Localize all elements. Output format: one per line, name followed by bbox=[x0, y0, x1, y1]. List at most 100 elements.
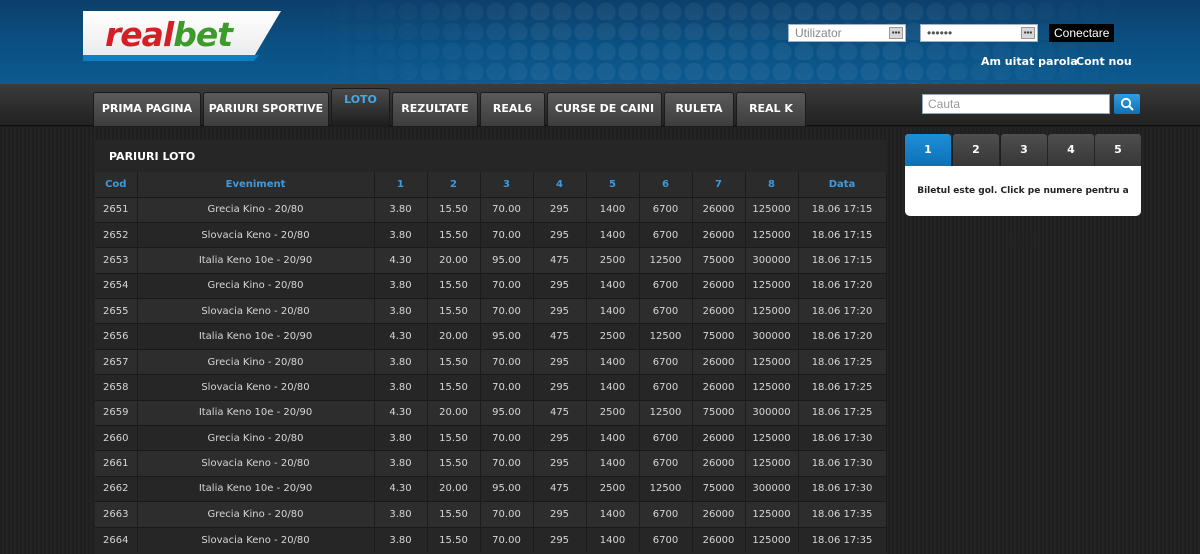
cell-cota-8[interactable]: 125000 bbox=[745, 450, 799, 477]
cell-cota-7[interactable]: 26000 bbox=[692, 425, 746, 451]
cell-cota-2[interactable]: 20.00 bbox=[427, 323, 481, 350]
tab-rezultate[interactable]: REZULTATE bbox=[392, 92, 478, 126]
tab-pariuri-sportive[interactable]: PARIURI SPORTIVE bbox=[203, 92, 329, 126]
cell-cota-5[interactable]: 1400 bbox=[586, 298, 640, 324]
cell-cota-6[interactable]: 12500 bbox=[639, 475, 693, 502]
cell-cota-4[interactable]: 475 bbox=[533, 399, 587, 426]
tab-real6[interactable]: REAL6 bbox=[480, 92, 545, 126]
cell-cota-8[interactable]: 125000 bbox=[745, 298, 799, 324]
tab-loto[interactable]: LOTO bbox=[331, 88, 390, 126]
cell-cota-6[interactable]: 12500 bbox=[639, 247, 693, 274]
cell-cota-3[interactable]: 70.00 bbox=[480, 348, 534, 375]
cell-cota-4[interactable]: 475 bbox=[533, 475, 587, 502]
cell-cota-2[interactable]: 15.50 bbox=[427, 348, 481, 375]
cell-cota-5[interactable]: 1400 bbox=[586, 425, 640, 451]
slip-tab-4[interactable]: 4 bbox=[1048, 134, 1094, 166]
cell-cota-1[interactable]: 3.80 bbox=[374, 221, 428, 248]
cell-cota-8[interactable]: 125000 bbox=[745, 501, 799, 528]
cell-cota-4[interactable]: 295 bbox=[533, 374, 587, 401]
cell-cota-1[interactable]: 4.30 bbox=[374, 323, 428, 350]
cell-cota-4[interactable]: 475 bbox=[533, 323, 587, 350]
cell-cota-8[interactable]: 300000 bbox=[745, 247, 799, 274]
slip-tab-3[interactable]: 3 bbox=[1001, 134, 1047, 166]
cell-cota-1[interactable]: 4.30 bbox=[374, 399, 428, 426]
cell-cota-7[interactable]: 75000 bbox=[692, 247, 746, 274]
cell-cota-8[interactable]: 125000 bbox=[745, 196, 799, 223]
cell-cota-4[interactable]: 295 bbox=[533, 272, 587, 299]
cell-cota-7[interactable]: 75000 bbox=[692, 399, 746, 426]
cell-cota-7[interactable]: 26000 bbox=[692, 221, 746, 248]
cell-cota-7[interactable]: 26000 bbox=[692, 348, 746, 375]
cell-cota-2[interactable]: 20.00 bbox=[427, 247, 481, 274]
username-input[interactable]: Utilizator ▪▪▪ bbox=[788, 24, 906, 42]
slip-tab-5[interactable]: 5 bbox=[1095, 134, 1141, 166]
cell-cota-7[interactable]: 26000 bbox=[692, 374, 746, 401]
new-account-link[interactable]: Cont nou bbox=[1076, 55, 1132, 68]
cell-cota-4[interactable]: 295 bbox=[533, 298, 587, 324]
cell-cota-2[interactable]: 15.50 bbox=[427, 272, 481, 299]
cell-cota-4[interactable]: 295 bbox=[533, 450, 587, 477]
cell-cota-5[interactable]: 1400 bbox=[586, 374, 640, 401]
cell-cota-2[interactable]: 15.50 bbox=[427, 221, 481, 248]
password-input[interactable]: •••••• ▪▪▪ bbox=[920, 24, 1038, 42]
cell-cota-4[interactable]: 475 bbox=[533, 247, 587, 274]
cell-cota-5[interactable]: 1400 bbox=[586, 526, 640, 553]
cell-cota-5[interactable]: 1400 bbox=[586, 348, 640, 375]
realbet-logo[interactable]: realbet bbox=[83, 11, 281, 61]
cell-cota-3[interactable]: 70.00 bbox=[480, 221, 534, 248]
cell-cota-1[interactable]: 3.80 bbox=[374, 425, 428, 451]
cell-cota-1[interactable]: 3.80 bbox=[374, 501, 428, 528]
cell-cota-1[interactable]: 4.30 bbox=[374, 247, 428, 274]
cell-cota-8[interactable]: 125000 bbox=[745, 348, 799, 375]
cell-cota-5[interactable]: 2500 bbox=[586, 323, 640, 350]
cell-cota-2[interactable]: 15.50 bbox=[427, 425, 481, 451]
cell-cota-8[interactable]: 300000 bbox=[745, 399, 799, 426]
cell-cota-1[interactable]: 3.80 bbox=[374, 272, 428, 299]
tab-prima-pagina[interactable]: PRIMA PAGINA bbox=[93, 92, 201, 126]
cell-cota-4[interactable]: 295 bbox=[533, 221, 587, 248]
cell-cota-7[interactable]: 26000 bbox=[692, 501, 746, 528]
cell-cota-4[interactable]: 295 bbox=[533, 526, 587, 553]
login-button[interactable]: Conectare bbox=[1049, 24, 1115, 42]
cell-cota-2[interactable]: 15.50 bbox=[427, 298, 481, 324]
cell-cota-7[interactable]: 26000 bbox=[692, 450, 746, 477]
cell-cota-3[interactable]: 70.00 bbox=[480, 374, 534, 401]
cell-cota-8[interactable]: 125000 bbox=[745, 425, 799, 451]
slip-tab-2[interactable]: 2 bbox=[953, 134, 999, 166]
cell-cota-5[interactable]: 1400 bbox=[586, 196, 640, 223]
cell-cota-5[interactable]: 2500 bbox=[586, 247, 640, 274]
cell-cota-2[interactable]: 20.00 bbox=[427, 475, 481, 502]
cell-cota-2[interactable]: 15.50 bbox=[427, 374, 481, 401]
cell-cota-3[interactable]: 95.00 bbox=[480, 475, 534, 502]
cell-cota-1[interactable]: 3.80 bbox=[374, 526, 428, 553]
cell-cota-5[interactable]: 1400 bbox=[586, 450, 640, 477]
cell-cota-8[interactable]: 125000 bbox=[745, 526, 799, 553]
cell-cota-8[interactable]: 125000 bbox=[745, 374, 799, 401]
cell-cota-3[interactable]: 70.00 bbox=[480, 450, 534, 477]
cell-cota-1[interactable]: 3.80 bbox=[374, 374, 428, 401]
cell-cota-4[interactable]: 295 bbox=[533, 348, 587, 375]
cell-cota-6[interactable]: 12500 bbox=[639, 399, 693, 426]
cell-cota-6[interactable]: 6700 bbox=[639, 425, 693, 451]
cell-cota-7[interactable]: 26000 bbox=[692, 526, 746, 553]
cell-cota-7[interactable]: 26000 bbox=[692, 272, 746, 299]
cell-cota-7[interactable]: 75000 bbox=[692, 323, 746, 350]
cell-cota-5[interactable]: 2500 bbox=[586, 475, 640, 502]
cell-cota-6[interactable]: 6700 bbox=[639, 298, 693, 324]
cell-cota-3[interactable]: 70.00 bbox=[480, 501, 534, 528]
cell-cota-6[interactable]: 6700 bbox=[639, 501, 693, 528]
cell-cota-6[interactable]: 6700 bbox=[639, 272, 693, 299]
cell-cota-1[interactable]: 3.80 bbox=[374, 298, 428, 324]
slip-tab-1[interactable]: 1 bbox=[905, 134, 951, 166]
cell-cota-6[interactable]: 6700 bbox=[639, 374, 693, 401]
cell-cota-3[interactable]: 70.00 bbox=[480, 526, 534, 553]
cell-cota-4[interactable]: 295 bbox=[533, 196, 587, 223]
cell-cota-2[interactable]: 15.50 bbox=[427, 196, 481, 223]
cell-cota-1[interactable]: 4.30 bbox=[374, 475, 428, 502]
tab-real-k[interactable]: REAL K bbox=[736, 92, 806, 126]
tab-ruleta[interactable]: RULETA bbox=[664, 92, 734, 126]
cell-cota-3[interactable]: 70.00 bbox=[480, 298, 534, 324]
cell-cota-5[interactable]: 1400 bbox=[586, 221, 640, 248]
cell-cota-4[interactable]: 295 bbox=[533, 501, 587, 528]
cell-cota-1[interactable]: 3.80 bbox=[374, 196, 428, 223]
